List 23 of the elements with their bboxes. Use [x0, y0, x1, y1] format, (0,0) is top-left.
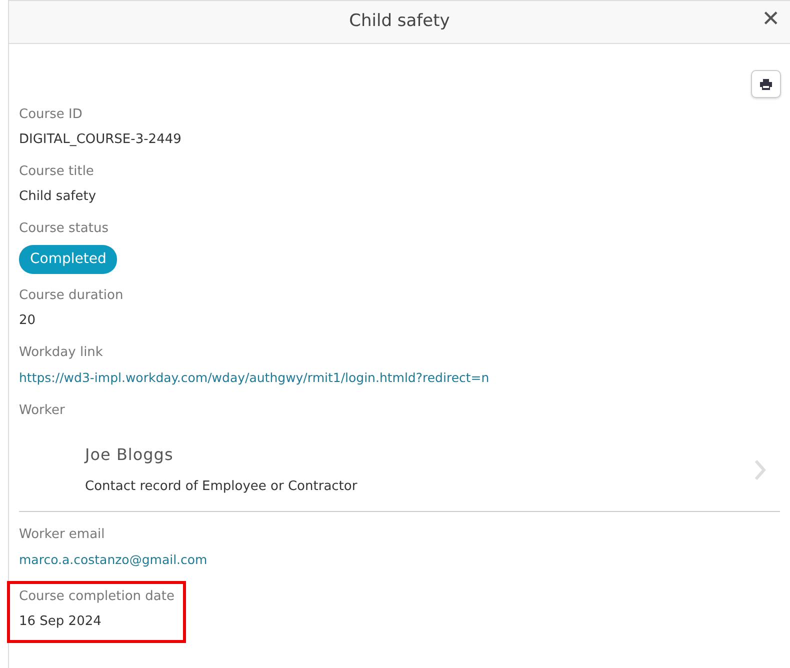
field-label: Workday link [19, 344, 104, 361]
field-value: DIGITAL_COURSE-3-2449 [19, 131, 182, 148]
worker-name: Joe Bloggs [85, 444, 174, 466]
chevron-right-icon [754, 458, 766, 481]
field-value: Child safety [19, 188, 98, 205]
field-label: Course completion date [19, 588, 174, 604]
field-label: Course ID [19, 106, 84, 123]
dialog-title: Child safety [349, 10, 450, 34]
status-badge: Completed [19, 245, 118, 274]
field-label: Course status [19, 220, 110, 237]
field-label: Worker [19, 402, 66, 419]
field-label: Worker email [19, 526, 106, 542]
field-value: 20 [19, 312, 37, 329]
worker-row[interactable]: Joe Bloggs Contact record of Employee or Contractor [19, 427, 780, 512]
close-button[interactable]: ✕ [758, 7, 784, 33]
printer-icon [760, 78, 772, 90]
worker-subtitle: Contact record of Employee or Contractor [85, 478, 358, 496]
field-label: Course duration [19, 287, 124, 304]
link[interactable]: https://wd3-impl.workday.com/wday/authgwy/rmit1/login.htmld?redirect=n [19, 370, 490, 385]
link[interactable]: marco.a.costanzo@gmail.com [19, 552, 208, 566]
field-label: Course title [19, 163, 95, 180]
print-button[interactable] [751, 70, 781, 98]
field-value: 16 Sep 2024 [19, 612, 102, 630]
